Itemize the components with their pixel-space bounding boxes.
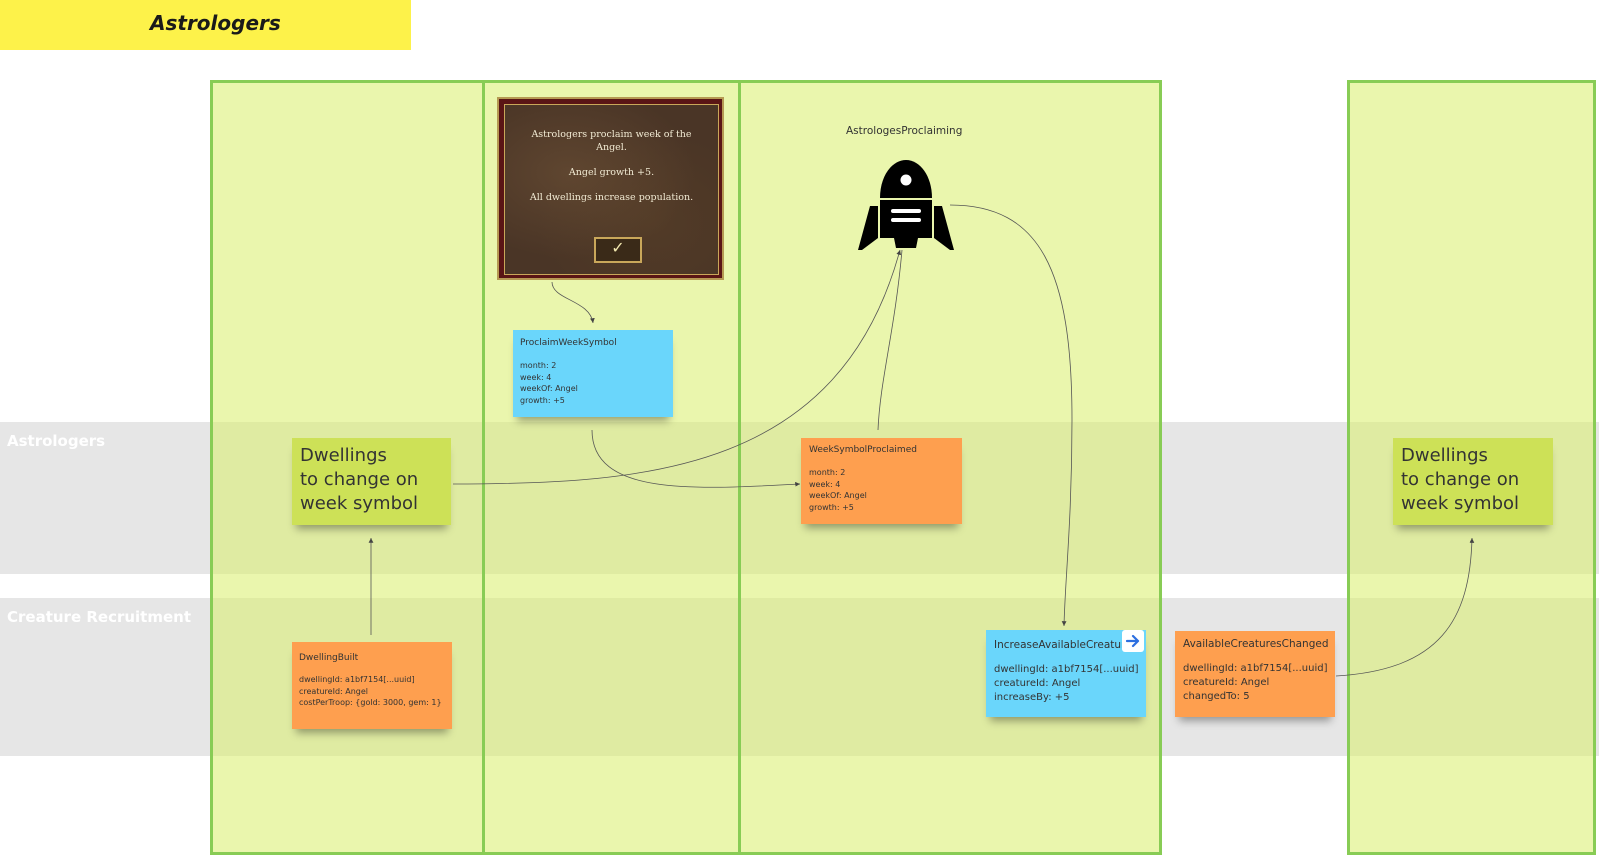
scroll-text-line-1: Astrologers proclaim week of the [531, 129, 692, 140]
view-sticky-left[interactable]: Dwellings to change on week symbol [292, 438, 451, 525]
arrow-right-icon [1125, 634, 1140, 648]
view-sticky-right[interactable]: Dwellings to change on week symbol [1393, 438, 1553, 525]
event-sticky-available-creatures-changed[interactable]: AvailableCreaturesChanged dwellingId: a1… [1175, 631, 1335, 717]
command-field: creatureId: Angel [994, 678, 1081, 689]
link-arrow-button[interactable] [1122, 630, 1144, 652]
command-field: weekOf: Angel [520, 384, 578, 393]
command-title: ProclaimWeekSymbol [520, 338, 617, 348]
event-field: creatureId: Angel [299, 686, 369, 696]
event-field: week: 4 [809, 479, 841, 489]
view-left-line-2: to change on [300, 469, 419, 490]
view-right-line-1: Dwellings [1401, 445, 1488, 466]
command-field: month: 2 [520, 361, 557, 370]
event-title: AvailableCreaturesChanged [1183, 638, 1329, 650]
event-field: costPerTroop: {gold: 3000, gem: 1} [299, 698, 442, 707]
scroll-text-line-4: All dwellings increase population. [529, 192, 694, 203]
event-title: DwellingBuilt [299, 653, 359, 663]
command-field: increaseBy: +5 [994, 692, 1070, 703]
view-right-line-3: week symbol [1401, 493, 1520, 514]
scroll-ok-button[interactable]: ✓ [594, 237, 642, 263]
event-field: dwellingId: a1bf7154[...uuid] [299, 675, 415, 684]
arrow-actor-to-increase [949, 204, 1073, 627]
event-field: changedTo: 5 [1183, 691, 1250, 702]
command-field: growth: +5 [520, 395, 565, 405]
arrow-event-to-actor [877, 249, 903, 431]
arrow-changed-to-view-right [1335, 537, 1475, 677]
actor-label: AstrologesProclaiming [846, 125, 963, 137]
event-field: weekOf: Angel [809, 491, 867, 500]
scroll-text-line-2: Angel. [596, 142, 627, 153]
robot-icon [858, 160, 954, 250]
command-title: IncreaseAvailableCreatures [994, 639, 1138, 651]
event-field: creatureId: Angel [1183, 677, 1270, 688]
command-field: week: 4 [520, 372, 552, 382]
connectors [368, 204, 1475, 677]
command-sticky-proclaim-week-symbol[interactable]: ProclaimWeekSymbol month: 2 week: 4 week… [513, 330, 673, 417]
arrow-scroll-to-command [551, 281, 595, 324]
event-field: growth: +5 [809, 502, 854, 512]
event-sticky-week-symbol-proclaimed[interactable]: WeekSymbolProclaimed month: 2 week: 4 we… [801, 438, 962, 524]
event-field: dwellingId: a1bf7154[...uuid] [1183, 663, 1328, 674]
game-proclamation-scroll: Astrologers proclaim week of the Angel. … [497, 97, 724, 280]
event-title: WeekSymbolProclaimed [809, 445, 917, 455]
view-left-line-3: week symbol [300, 493, 419, 514]
view-left-line-1: Dwellings [300, 445, 387, 466]
arrow-command-to-event [591, 429, 801, 488]
scroll-text-line-3: Angel growth +5. [568, 167, 655, 178]
event-field: month: 2 [809, 468, 846, 477]
view-right-line-2: to change on [1401, 469, 1520, 490]
scroll-parchment: Astrologers proclaim week of the Angel. … [504, 104, 719, 275]
command-field: dwellingId: a1bf7154[...uuid] [994, 664, 1139, 675]
event-sticky-dwelling-built[interactable]: DwellingBuilt dwellingId: a1bf7154[...uu… [292, 642, 452, 729]
